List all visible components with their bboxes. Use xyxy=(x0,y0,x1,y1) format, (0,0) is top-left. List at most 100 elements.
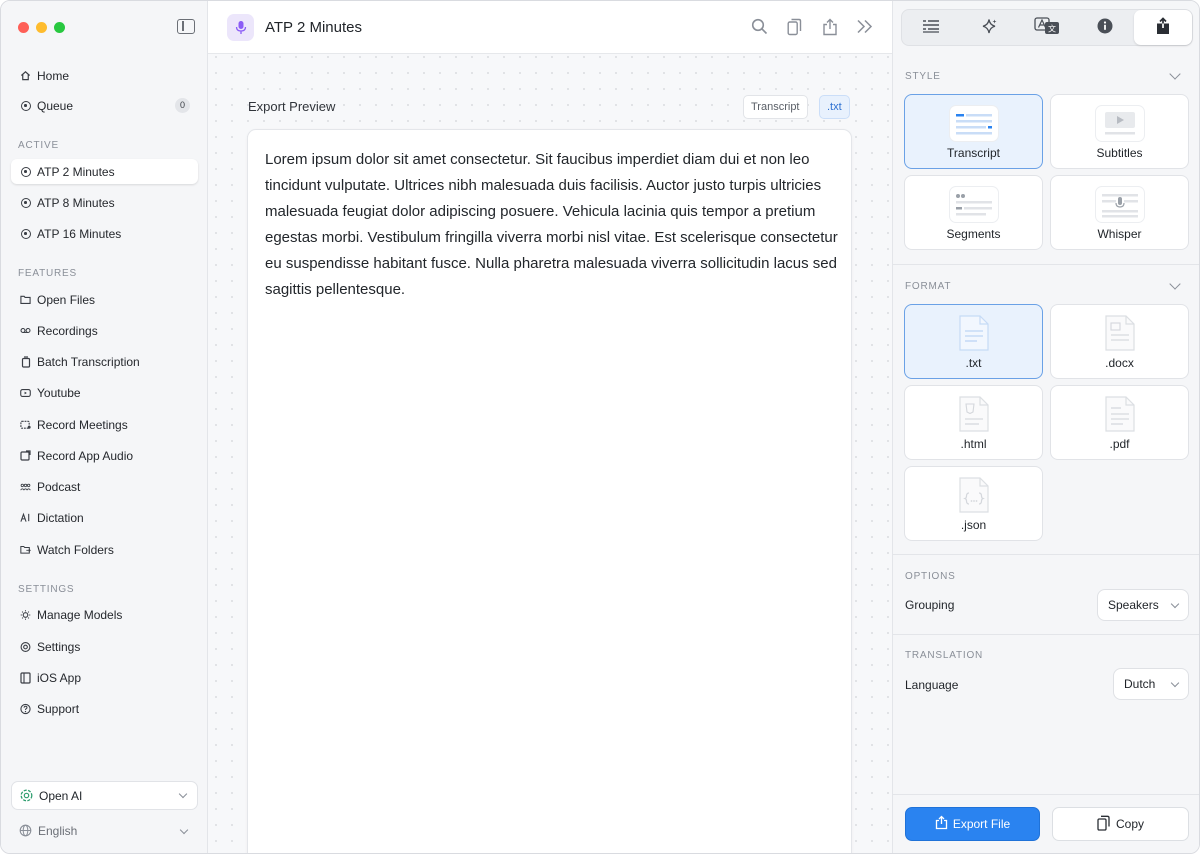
tile-label: Transcript xyxy=(947,146,1000,160)
docx-file-icon xyxy=(1104,315,1135,351)
sidebar-item-label: ATP 16 Minutes xyxy=(37,226,122,241)
sidebar-item-open-files[interactable]: Open Files xyxy=(11,287,198,312)
copy-button[interactable]: Copy xyxy=(1052,807,1189,841)
sidebar-item-ios-app[interactable]: iOS App xyxy=(11,665,198,690)
section-label-active: ACTIVE xyxy=(18,140,59,151)
tile-label: .json xyxy=(960,518,987,532)
tile-label: Subtitles xyxy=(1096,146,1143,160)
page-title: ATP 2 Minutes xyxy=(265,19,362,36)
style-tile-transcript[interactable]: Transcript xyxy=(904,94,1043,169)
translation-group-label: TRANSLATION xyxy=(905,650,984,661)
youtube-icon xyxy=(20,387,31,398)
queue-icon xyxy=(20,100,31,111)
chevron-down-icon xyxy=(1170,599,1180,609)
sidebar-item-home[interactable]: Home xyxy=(11,63,198,88)
copy-label: Copy xyxy=(1115,817,1144,831)
html-file-icon xyxy=(958,396,989,432)
language-select[interactable]: English xyxy=(11,818,198,843)
toolbar: ATP 2 Minutes xyxy=(208,1,892,54)
watch-folder-icon xyxy=(20,544,31,555)
microphone-icon xyxy=(227,14,254,41)
format-chip[interactable]: .txt xyxy=(819,95,850,119)
voicemail-icon xyxy=(20,325,31,336)
chevron-down-icon[interactable] xyxy=(1169,68,1181,80)
search-icon[interactable] xyxy=(750,17,769,36)
style-tile-whisper[interactable]: Whisper xyxy=(1050,175,1189,250)
svg-text:文: 文 xyxy=(1048,24,1056,34)
toolbar-actions xyxy=(750,17,874,36)
sidebar-toggle-icon[interactable] xyxy=(177,19,195,34)
format-tile-json[interactable]: .json xyxy=(904,466,1043,541)
tile-label: .pdf xyxy=(1109,437,1130,451)
sidebar-item-youtube[interactable]: Youtube xyxy=(11,380,198,405)
sidebar-item-atp-8-minutes[interactable]: ATP 8 Minutes xyxy=(11,190,198,215)
chevron-down-icon[interactable] xyxy=(1169,278,1181,290)
segments-style-icon xyxy=(948,186,999,223)
tab-translate[interactable]: 文 xyxy=(1018,10,1076,45)
sidebar-item-dictation[interactable]: Dictation xyxy=(11,505,198,530)
sidebar-item-record-app-audio[interactable]: Record App Audio xyxy=(11,443,198,468)
divider xyxy=(893,554,1199,555)
app-audio-icon xyxy=(20,450,31,461)
sidebar-item-support[interactable]: Support xyxy=(11,696,198,721)
record-icon xyxy=(20,166,31,177)
app-window: Home Queue 0 ACTIVE ATP 2 Minutes ATP 8 … xyxy=(0,0,1200,854)
sparkles-icon xyxy=(981,18,998,38)
share-icon[interactable] xyxy=(820,17,839,36)
copy-icon xyxy=(1097,815,1110,834)
sidebar-item-podcast[interactable]: Podcast xyxy=(11,474,198,499)
sidebar-item-settings[interactable]: Settings xyxy=(11,634,198,659)
tab-transcript[interactable] xyxy=(902,10,960,45)
copy-icon[interactable] xyxy=(785,17,804,36)
export-share-icon xyxy=(1155,17,1171,38)
dictation-icon xyxy=(20,512,31,523)
style-chip[interactable]: Transcript xyxy=(743,95,808,119)
whisper-style-icon xyxy=(1094,186,1145,223)
tab-ai[interactable] xyxy=(960,10,1018,45)
style-tile-subtitles[interactable]: Subtitles xyxy=(1050,94,1189,169)
sidebar-item-record-meetings[interactable]: Record Meetings xyxy=(11,412,198,437)
transcript-list-icon xyxy=(922,19,940,36)
divider xyxy=(893,264,1199,265)
export-preview-label: Export Preview xyxy=(248,99,336,114)
translation-language-select[interactable]: Dutch xyxy=(1113,668,1189,700)
format-tile-pdf[interactable]: .pdf xyxy=(1050,385,1189,460)
info-icon xyxy=(1097,18,1113,37)
openai-logo-icon xyxy=(20,789,33,802)
language-value: English xyxy=(38,823,78,838)
export-preview-card: Lorem ipsum dolor sit amet consectetur. … xyxy=(247,129,852,853)
minimize-window-button[interactable] xyxy=(36,22,47,33)
engine-select[interactable]: Open AI xyxy=(11,781,198,810)
sidebar-item-label: Watch Folders xyxy=(37,542,114,557)
tab-export[interactable] xyxy=(1134,10,1192,45)
settings-icon xyxy=(20,641,31,652)
style-tile-segments[interactable]: Segments xyxy=(904,175,1043,250)
grouping-select[interactable]: Speakers xyxy=(1097,589,1189,621)
format-tile-docx[interactable]: .docx xyxy=(1050,304,1189,379)
record-icon xyxy=(20,197,31,208)
sidebar-item-atp-2-minutes[interactable]: ATP 2 Minutes xyxy=(11,159,198,184)
tile-label: .html xyxy=(960,437,987,451)
export-file-button[interactable]: Export File xyxy=(905,807,1040,841)
sidebar-item-label: Open Files xyxy=(37,292,96,307)
close-window-button[interactable] xyxy=(18,22,29,33)
collapse-panel-icon[interactable] xyxy=(855,17,874,36)
format-tile-html[interactable]: .html xyxy=(904,385,1043,460)
sidebar-item-recordings[interactable]: Recordings xyxy=(11,318,198,343)
format-tile-txt[interactable]: .txt xyxy=(904,304,1043,379)
sidebar-item-label: Support xyxy=(37,701,80,716)
sidebar-item-watch-folders[interactable]: Watch Folders xyxy=(11,537,198,562)
divider xyxy=(893,634,1199,635)
zoom-window-button[interactable] xyxy=(54,22,65,33)
panel-tabs: 文 xyxy=(901,9,1193,46)
tab-info[interactable] xyxy=(1076,10,1134,45)
sidebar-item-batch-transcription[interactable]: Batch Transcription xyxy=(11,349,198,374)
sidebar-item-atp-16-minutes[interactable]: ATP 16 Minutes xyxy=(11,221,198,246)
language-label: Language xyxy=(905,678,959,692)
sidebar-item-manage-models[interactable]: Manage Models xyxy=(11,602,198,627)
translation-language-value: Dutch xyxy=(1124,677,1156,691)
sidebar-item-queue[interactable]: Queue 0 xyxy=(11,93,198,118)
sidebar-item-label: ATP 8 Minutes xyxy=(37,195,115,210)
sidebar-item-label: Youtube xyxy=(37,385,81,400)
txt-file-icon xyxy=(958,315,989,351)
